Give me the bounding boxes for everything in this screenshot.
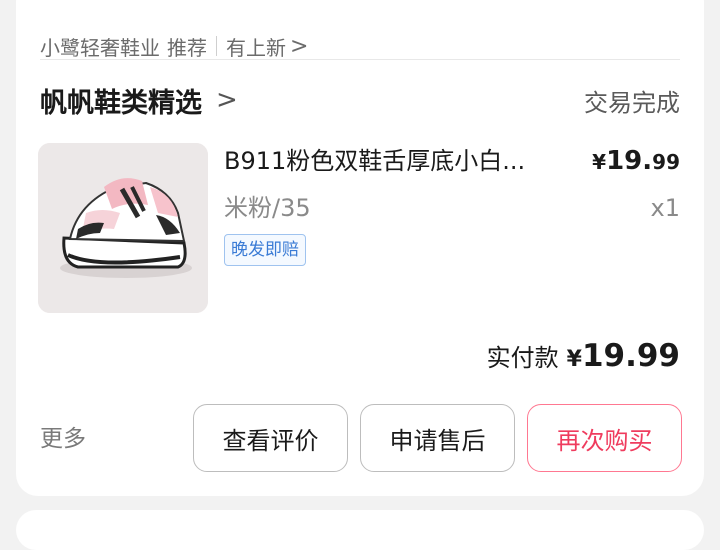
shop-name: 帆帆鞋类精选 [40,87,202,119]
paid-amount: 19.99 [581,338,680,374]
next-order-card [16,510,704,550]
after-sales-button[interactable]: 申请售后 [360,404,515,472]
paid-label: 实付款 [486,344,559,372]
price-int: 19. [606,146,653,176]
product-variant: 米粉/35 [224,194,311,222]
store-line: 小鹭轻奢鞋业 [40,35,160,60]
order-status: 交易完成 [584,88,680,117]
recommend-label: 推荐 [167,35,207,60]
product-quantity: x1 [650,194,680,222]
product-thumbnail[interactable] [38,143,208,313]
more-button[interactable]: 更多 [40,420,86,458]
shop-link[interactable]: 帆帆鞋类精选 > [40,81,238,120]
chevron-right-icon: > [290,33,309,59]
service-badge: 晚发即赔 [224,234,306,266]
view-review-button[interactable]: 查看评价 [193,404,348,472]
section-divider [40,59,680,60]
new-arrivals-label: 有上新 [226,35,286,60]
store-recommend-row[interactable]: 小鹭轻奢鞋业 推荐 有上新 > [40,30,680,62]
shop-header: 帆帆鞋类精选 > 交易完成 [40,80,680,120]
rebuy-button[interactable]: 再次购买 [527,404,682,472]
product-title[interactable]: B911粉色双鞋舌厚底小白... [224,143,564,179]
product-price: ¥19.99 [592,143,680,180]
order-card: 小鹭轻奢鞋业 推荐 有上新 > 帆帆鞋类精选 > 交易完成 B911粉色双鞋舌厚… [16,0,704,496]
paid-total: 实付款 ¥ 19.99 [487,338,680,374]
divider-line [216,36,217,56]
price-currency: ¥ [592,150,607,174]
price-dec: 99 [652,150,680,174]
chevron-right-icon: > [216,85,238,115]
paid-currency: ¥ [566,347,582,372]
sneaker-image-icon [38,143,208,313]
